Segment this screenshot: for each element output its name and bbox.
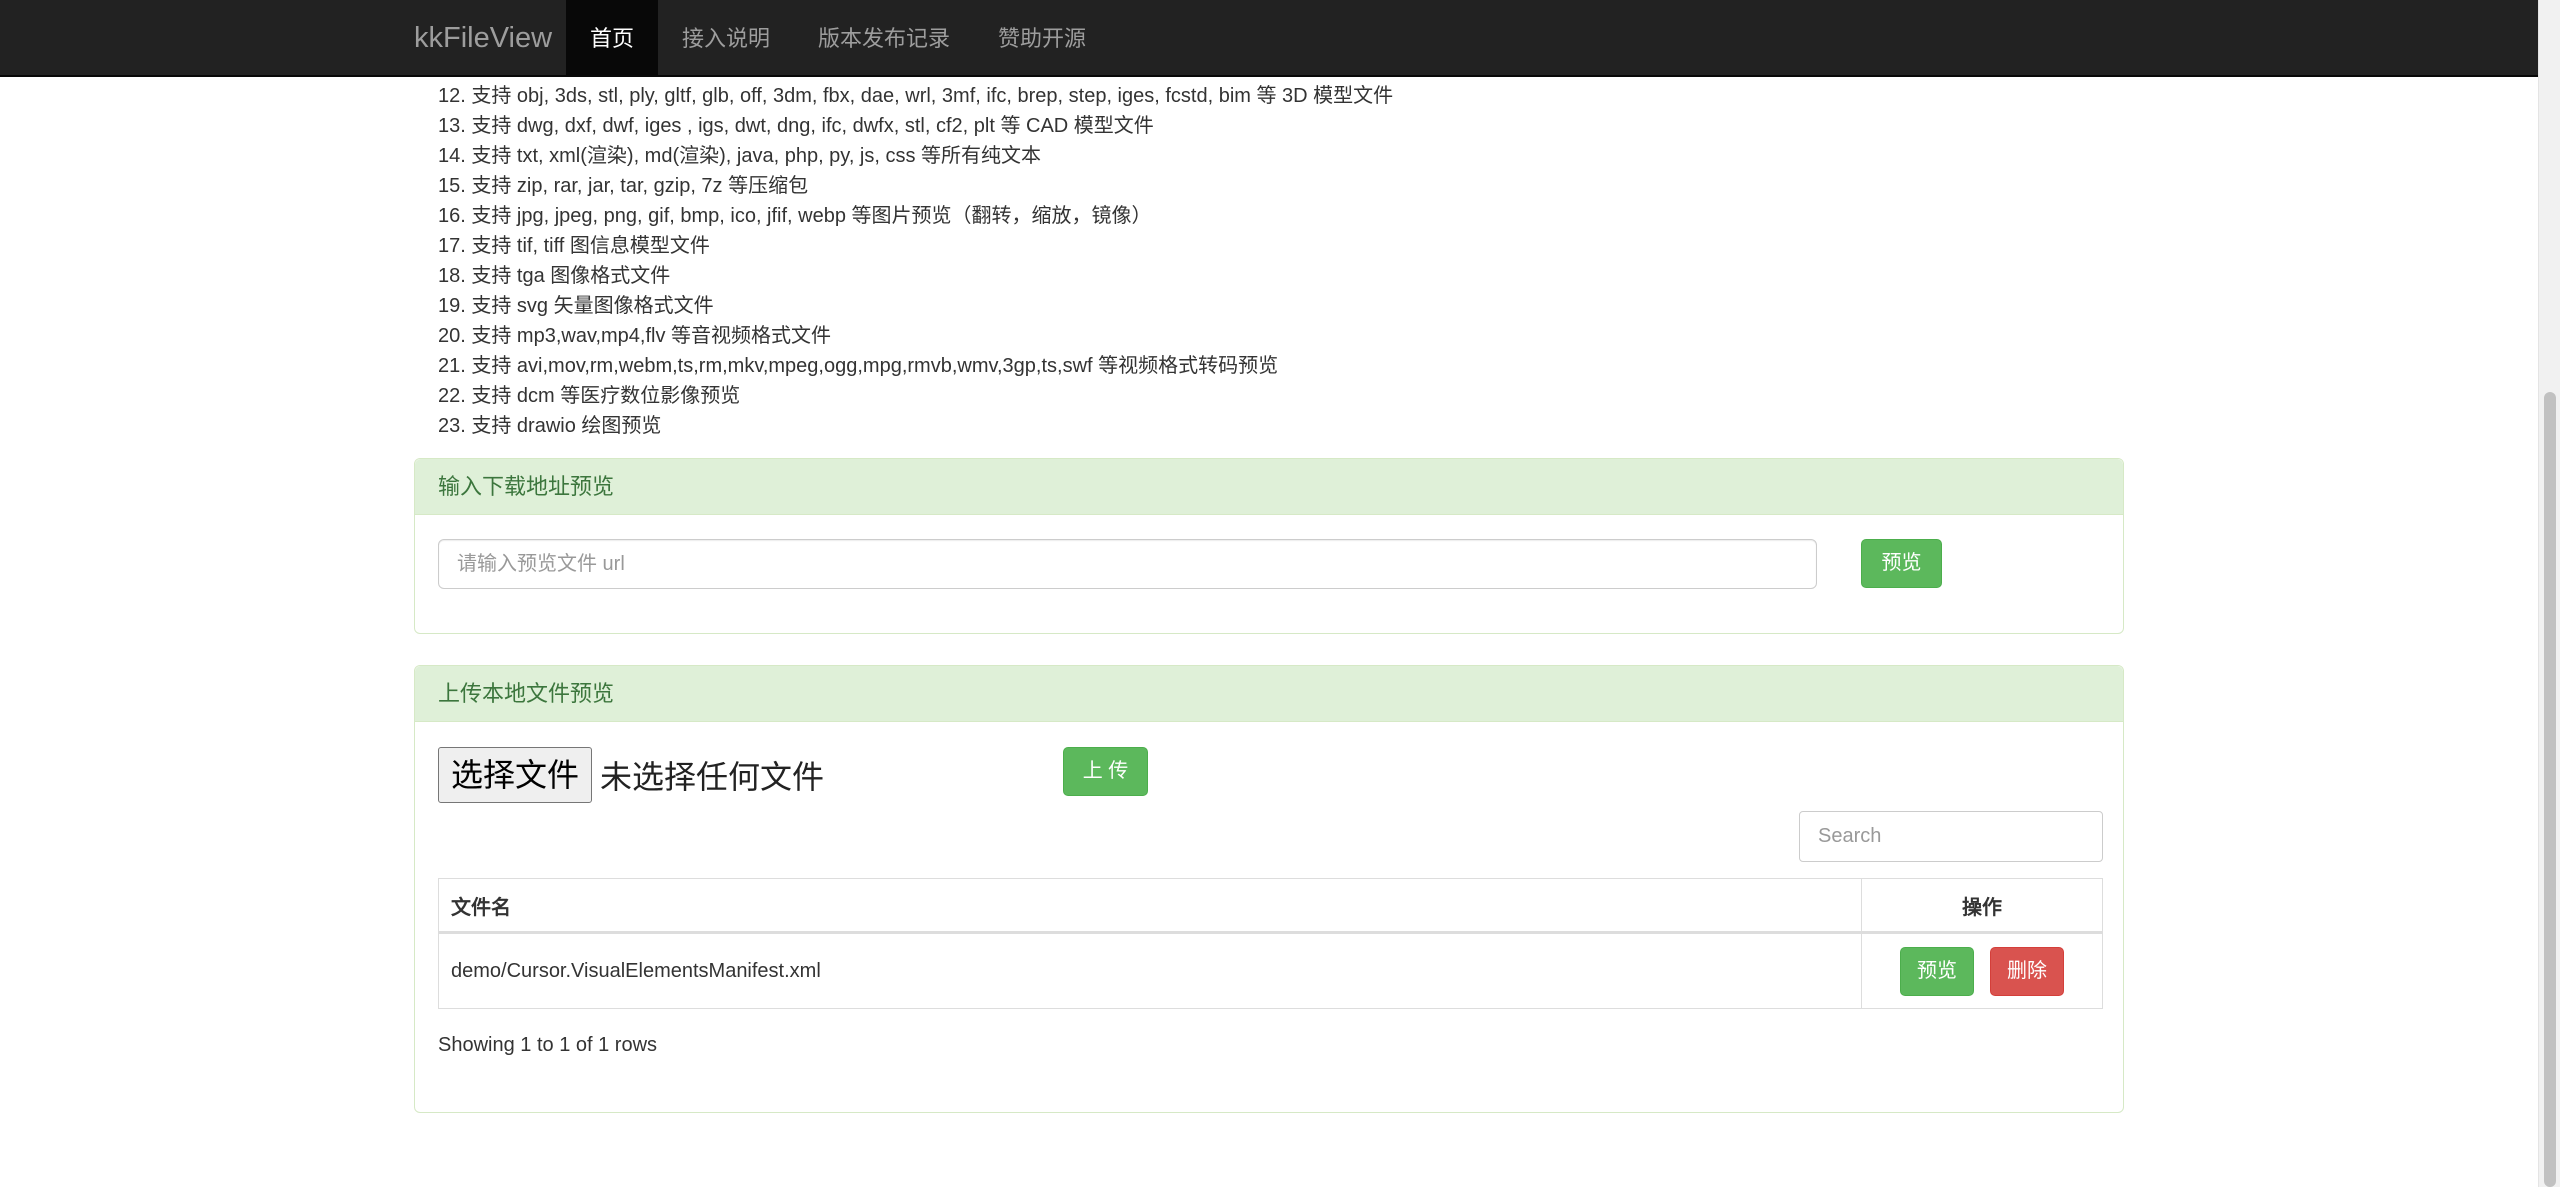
column-header-actions: 操作	[1861, 878, 2103, 934]
scrollbar-thumb[interactable]	[2544, 392, 2556, 1187]
list-item: 23. 支持 drawio 绘图预览	[438, 415, 662, 437]
url-preview-panel: 输入下载地址预览 预览	[414, 458, 2124, 634]
list-item: 16. 支持 jpg, jpeg, png, gif, bmp, ico, jf…	[438, 205, 1152, 227]
list-item: 20. 支持 mp3,wav,mp4,flv 等音视频格式文件	[438, 325, 832, 347]
url-preview-panel-title: 输入下载地址预览	[415, 459, 2123, 515]
row-delete-button[interactable]: 删除	[1990, 946, 2064, 996]
file-status-text: 未选择任何文件	[600, 759, 825, 795]
table-header-row: 文件名 操作	[438, 878, 2103, 934]
nav-item-release-notes[interactable]: 版本发布记录	[794, 0, 974, 77]
search-input[interactable]	[1799, 811, 2103, 862]
vertical-scrollbar[interactable]	[2538, 0, 2560, 1187]
pagination-info: Showing 1 to 1 of 1 rows	[438, 1034, 658, 1056]
upload-button[interactable]: 上 传	[1063, 747, 1148, 796]
file-chooser: 选择文件 未选择任何文件	[438, 747, 824, 803]
table-row: demo/Cursor.VisualElementsManifest.xml 预…	[438, 932, 2103, 1009]
file-name-cell: demo/Cursor.VisualElementsManifest.xml	[438, 932, 1862, 1009]
list-item: 14. 支持 txt, xml(渲染), md(渲染), java, php, …	[438, 145, 1042, 167]
nav-menu: 首页 接入说明 版本发布记录 赞助开源	[566, 0, 1110, 77]
preview-url-button[interactable]: 预览	[1861, 539, 1942, 588]
column-header-filename[interactable]: 文件名	[438, 878, 1862, 934]
list-item: 17. 支持 tif, tiff 图信息模型文件	[438, 235, 710, 257]
list-item: 18. 支持 tga 图像格式文件	[438, 265, 671, 287]
list-item: 15. 支持 zip, rar, jar, tar, gzip, 7z 等压缩包	[438, 175, 809, 197]
choose-file-button[interactable]: 选择文件	[438, 747, 593, 803]
list-item: 13. 支持 dwg, dxf, dwf, iges , igs, dwt, d…	[438, 115, 1154, 137]
upload-preview-panel-title: 上传本地文件预览	[415, 666, 2123, 722]
brand-logo[interactable]: kkFileView	[414, 0, 552, 77]
preview-url-input[interactable]	[438, 539, 1817, 589]
list-item: 12. 支持 obj, 3ds, stl, ply, gltf, glb, of…	[438, 85, 1394, 107]
list-item: 19. 支持 svg 矢量图像格式文件	[438, 295, 714, 317]
nav-item-home[interactable]: 首页	[566, 0, 659, 77]
file-table: 文件名 操作 demo/Cursor.VisualElementsManifes…	[438, 878, 2103, 1009]
supported-formats-list: 12. 支持 obj, 3ds, stl, ply, gltf, glb, of…	[438, 81, 2098, 441]
top-navbar: kkFileView 首页 接入说明 版本发布记录 赞助开源	[0, 0, 2538, 77]
nav-item-integration-guide[interactable]: 接入说明	[658, 0, 794, 77]
list-item: 21. 支持 avi,mov,rm,webm,ts,rm,mkv,mpeg,og…	[438, 355, 1279, 377]
upload-preview-panel: 上传本地文件预览 选择文件 未选择任何文件 上 传 文件名 操作 demo/Cu…	[414, 665, 2124, 1113]
actions-cell: 预览 删除	[1861, 932, 2103, 1009]
nav-item-sponsor[interactable]: 赞助开源	[974, 0, 1110, 77]
row-preview-button[interactable]: 预览	[1900, 946, 1974, 996]
list-item: 22. 支持 dcm 等医疗数位影像预览	[438, 385, 741, 407]
